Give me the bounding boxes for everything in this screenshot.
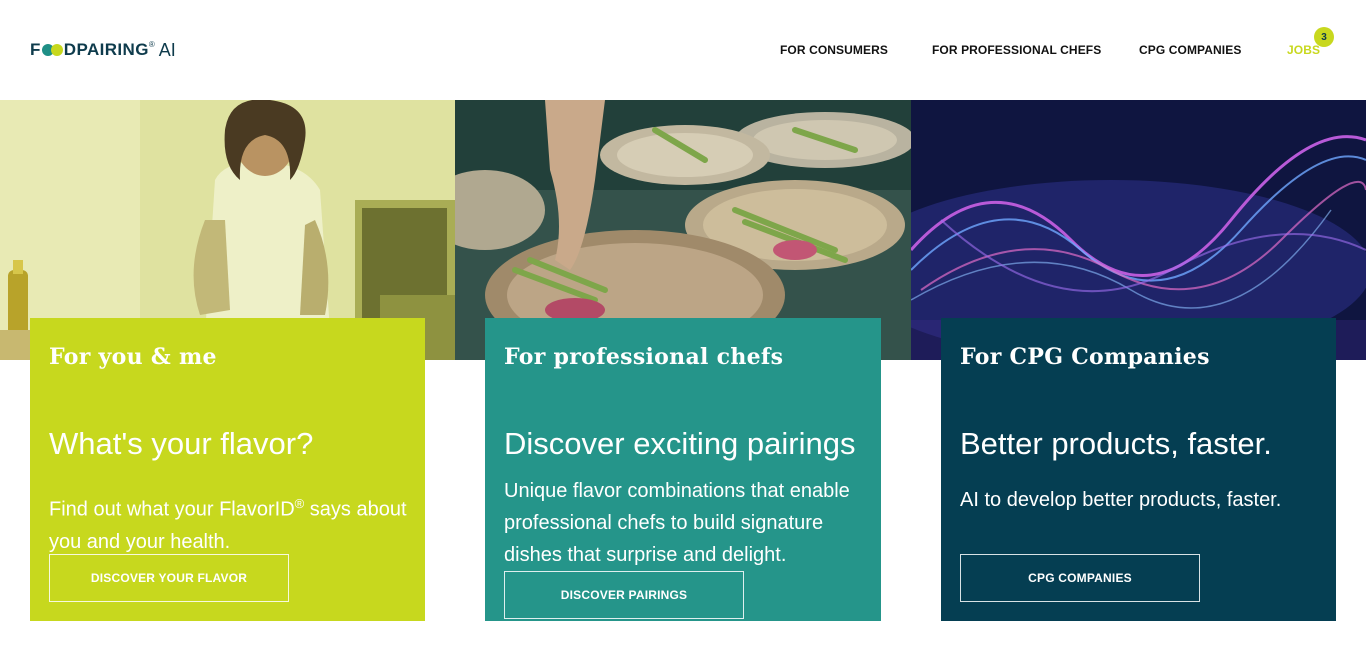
logo-registered-mark: ® — [148, 39, 155, 49]
logo-wordmark-prefix: F — [30, 40, 41, 59]
nav-cpg-companies[interactable]: CPG COMPANIES — [1139, 43, 1241, 57]
card-description: AI to develop better products, faster. — [960, 489, 1282, 511]
jobs-count-badge: 3 — [1314, 27, 1334, 47]
card-kicker: For professional chefs — [504, 344, 784, 370]
card-description: Unique flavor combinations that enable p… — [504, 480, 850, 566]
logo-ai-text: AI — [158, 39, 176, 60]
cpg-companies-button[interactable]: CPG COMPANIES — [960, 554, 1200, 602]
card-title: What's your flavor? — [49, 426, 314, 461]
nav-jobs[interactable]: JOBS — [1287, 43, 1320, 57]
nav-for-consumers[interactable]: FOR CONSUMERS — [780, 43, 888, 57]
logo-double-o-icon — [41, 44, 63, 56]
card-title: Better products, faster. — [960, 426, 1272, 461]
registered-mark: ® — [294, 496, 305, 511]
logo-wordmark-suffix: DPAIRING — [63, 40, 149, 59]
card-title: Discover exciting pairings — [504, 426, 856, 461]
card-kicker: For CPG Companies — [960, 344, 1210, 370]
consumer-card: For you & me What's your flavor? Find ou… — [30, 318, 425, 621]
card-description: Find out what your FlavorID® says about … — [49, 488, 409, 558]
card-kicker: For you & me — [49, 344, 217, 370]
chefs-card: For professional chefs Discover exciting… — [485, 318, 881, 621]
cpg-card: For CPG Companies Better products, faste… — [941, 318, 1336, 621]
nav-for-professional-chefs[interactable]: FOR PROFESSIONAL CHEFS — [932, 43, 1101, 57]
discover-pairings-button[interactable]: DISCOVER PAIRINGS — [504, 571, 744, 619]
card-description-text: Find out what your FlavorID — [49, 498, 295, 521]
site-header: F DPAIRING ® AI FOR CONSUMERS FOR PROFES… — [0, 0, 1366, 100]
discover-your-flavor-button[interactable]: DISCOVER YOUR FLAVOR — [49, 554, 289, 602]
foodpairing-logo[interactable]: F DPAIRING ® AI — [30, 38, 176, 62]
